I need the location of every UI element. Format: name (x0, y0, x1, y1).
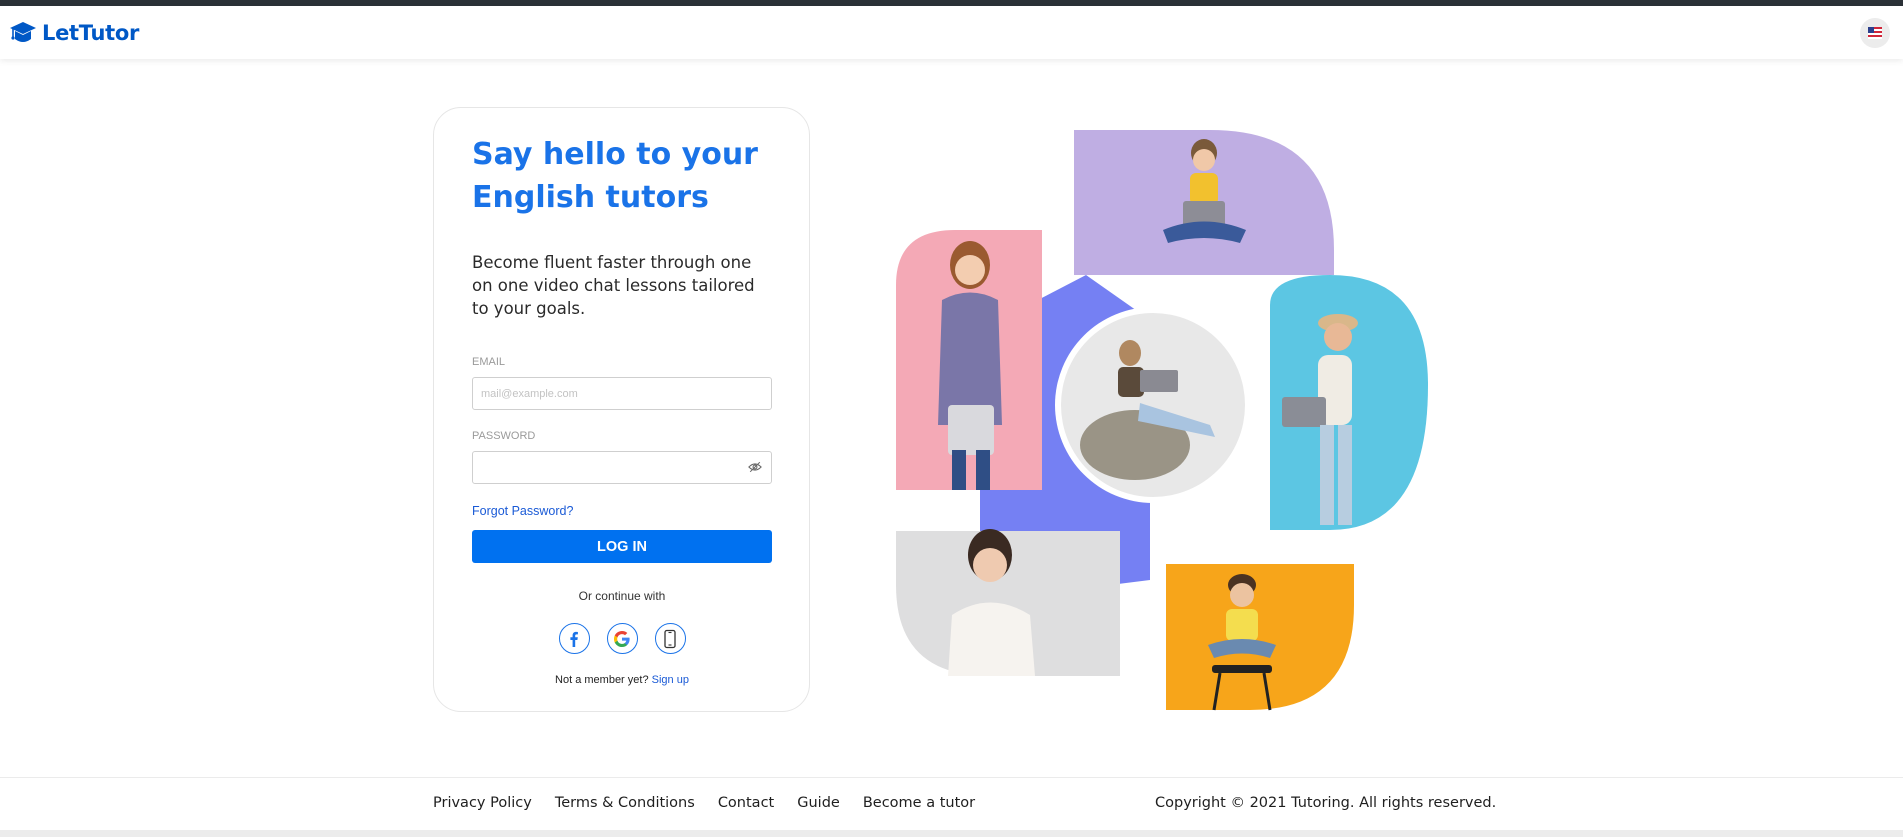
google-icon (614, 630, 630, 647)
login-button[interactable]: LOG IN (472, 530, 772, 563)
or-continue-text: Or continue with (578, 589, 666, 603)
photo-man-cyan (1270, 275, 1428, 530)
password-input[interactable] (472, 451, 772, 484)
photo-girl-beanbag (1055, 307, 1251, 503)
signup-prompt: Not a member yet? Sign up (472, 674, 772, 686)
graduation-cap-icon (10, 21, 36, 42)
us-flag-icon (1868, 26, 1882, 39)
forgot-password-link[interactable]: Forgot Password? (472, 504, 573, 518)
footer-link-contact[interactable]: Contact (718, 795, 774, 811)
footer-link-terms[interactable]: Terms & Conditions (555, 795, 695, 811)
photo-woman-grey (896, 529, 1120, 676)
top-header: LetTutor (0, 6, 1903, 59)
eye-slash-icon[interactable] (748, 460, 762, 474)
photo-woman-pink (896, 230, 1042, 490)
google-login-button[interactable] (606, 623, 638, 654)
sign-up-link[interactable]: Sign up (652, 674, 689, 686)
language-selector[interactable] (1860, 17, 1890, 48)
footer-link-become-tutor[interactable]: Become a tutor (863, 795, 975, 811)
password-label: PASSWORD (472, 430, 536, 442)
copyright-text: Copyright © 2021 Tutoring. All rights re… (1155, 795, 1497, 811)
login-card: Say hello to your English tutors Become … (433, 107, 810, 712)
page-footer: Privacy Policy Terms & Conditions Contac… (0, 777, 1903, 830)
facebook-icon (570, 631, 578, 647)
bottom-strip (0, 830, 1903, 837)
facebook-login-button[interactable] (558, 623, 590, 654)
phone-login-button[interactable] (654, 623, 686, 654)
brand-name: LetTutor (42, 20, 140, 45)
photo-girl-laptop-purple (1074, 130, 1334, 275)
tutor-photo-collage (896, 130, 1428, 711)
footer-link-privacy-policy[interactable]: Privacy Policy (433, 795, 532, 811)
brand-logo[interactable]: LetTutor (8, 18, 139, 48)
email-label: EMAIL (472, 356, 506, 368)
social-login-group (472, 623, 772, 654)
not-member-text: Not a member yet? (555, 674, 649, 686)
footer-link-guide[interactable]: Guide (797, 795, 840, 811)
photo-man-orange (1166, 564, 1354, 711)
login-description: Become fluent faster through one on one … (472, 253, 755, 318)
footer-nav: Privacy Policy Terms & Conditions Contac… (433, 795, 975, 811)
phone-icon (664, 629, 676, 648)
email-input[interactable] (472, 377, 772, 410)
login-title: Say hello to your English tutors (472, 137, 758, 215)
